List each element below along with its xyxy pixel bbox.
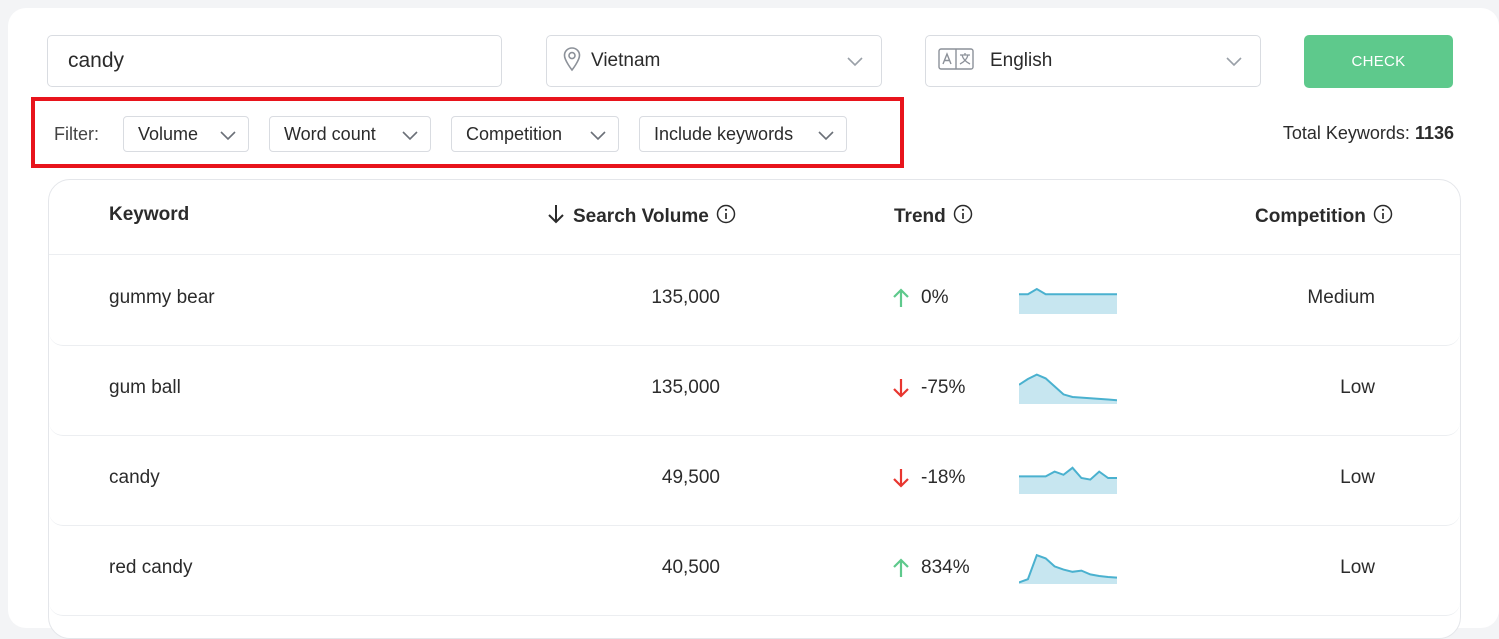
filter-chip-label: Word count [284,123,376,144]
column-header-keyword[interactable]: Keyword [109,204,189,226]
trend-down-arrow-icon [892,378,910,404]
competition-cell: Medium [1307,287,1375,308]
column-header-search-volume[interactable]: Search Volume [547,204,736,230]
chevron-down-icon [402,128,418,147]
filter-chip-label: Competition [466,123,563,144]
language-select[interactable]: English [925,35,1261,87]
filter-competition-dropdown[interactable]: Competition [451,116,619,152]
trend-sparkline [1019,458,1117,500]
info-icon[interactable] [953,204,973,230]
volume-cell: 135,000 [651,377,720,398]
chevron-down-icon [818,128,834,147]
trend-down-arrow-icon [892,468,910,494]
keyword-search-input[interactable] [47,35,502,87]
total-keywords-count: 1136 [1414,123,1454,143]
competition-cell: Low [1340,377,1375,398]
competition-cell: Low [1340,467,1375,488]
table-row[interactable]: candy 49,500 -18% Low [49,435,1460,526]
check-button[interactable]: CHECK [1304,35,1453,88]
column-header-competition[interactable]: Competition [1255,204,1393,230]
filter-volume-dropdown[interactable]: Volume [123,116,249,152]
trend-percent: 0% [921,287,949,308]
filter-include-keywords-dropdown[interactable]: Include keywords [639,116,847,152]
competition-cell: Low [1340,557,1375,578]
trend-percent: -75% [921,377,966,398]
total-keywords: Total Keywords: 1136 [1283,123,1454,144]
keywords-table: Keyword Search Volume Trend Competition … [48,179,1461,639]
trend-sparkline [1019,278,1117,320]
trend-sparkline [1018,368,1118,410]
table-row[interactable]: gum ball 135,000 -75% Low [49,345,1460,436]
chevron-down-icon [847,53,863,74]
keyword-cell[interactable]: gummy bear [109,287,215,309]
trend-up-arrow-icon [892,288,910,314]
map-pin-icon [561,46,583,77]
language-value: English [990,50,1053,71]
filter-word-count-dropdown[interactable]: Word count [269,116,431,152]
trend-sparkline [1018,548,1118,590]
filter-chip-label: Volume [138,123,199,144]
volume-cell: 49,500 [661,467,720,488]
filter-label: Filter: [54,124,99,144]
table-row[interactable]: red candy 40,500 834% Low [49,525,1460,616]
filter-chip-label: Include keywords [654,123,794,144]
sparkline-area [1019,289,1117,314]
keyword-cell[interactable]: candy [109,467,160,489]
trend-percent: 834% [921,557,970,578]
keyword-cell[interactable]: gum ball [109,377,181,399]
chevron-down-icon [220,128,236,147]
sparkline-area [1019,555,1117,584]
column-header-label: Search Volume [573,206,709,227]
column-header-label: Keyword [109,204,190,225]
column-header-trend[interactable]: Trend [894,204,973,230]
total-keywords-label: Total Keywords: [1282,123,1410,143]
volume-cell: 135,000 [651,287,720,308]
chevron-down-icon [590,128,606,147]
volume-cell: 40,500 [661,557,720,578]
chevron-down-icon [1226,53,1242,74]
trend-percent: -18% [921,467,966,488]
info-icon[interactable] [1373,204,1393,230]
column-header-label: Competition [1255,206,1366,227]
column-header-label: Trend [894,206,946,227]
translate-icon [938,47,974,75]
trend-up-arrow-icon [892,558,910,584]
keyword-cell[interactable]: red candy [109,557,192,579]
location-value: Vietnam [591,50,661,71]
sort-descending-icon [547,204,565,230]
info-icon[interactable] [716,204,736,230]
location-select[interactable]: Vietnam [546,35,882,87]
table-row[interactable]: gummy bear 135,000 0% Medium [49,255,1460,346]
